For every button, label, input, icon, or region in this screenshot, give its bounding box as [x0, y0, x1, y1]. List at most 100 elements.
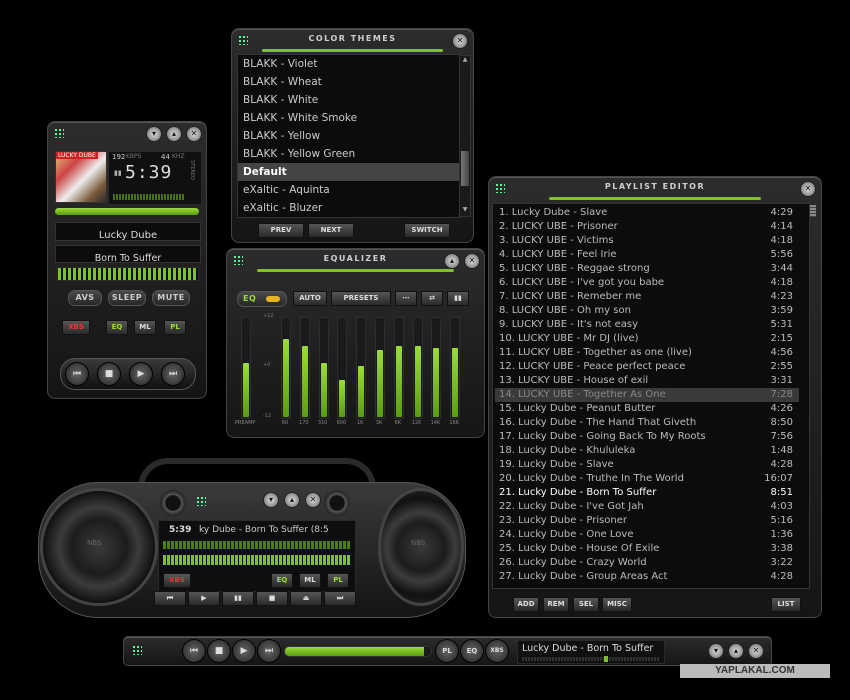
close-icon[interactable]: ✕ — [748, 643, 764, 659]
eq-shape-icon[interactable]: ⋯ — [395, 291, 417, 306]
playlist-row[interactable]: 7. LUCKY UBE - Remeber me 4:23 — [495, 290, 799, 304]
playlist-row[interactable]: 5. LUCKY UBE - Reggae strong 3:44 — [495, 262, 799, 276]
minimize-icon[interactable]: ▾ — [263, 492, 279, 508]
boombox-xbs-button[interactable]: XBS — [163, 573, 191, 588]
playlist-row[interactable]: 9. LUCKY UBE - It's not easy 5:31 — [495, 318, 799, 332]
mute-button[interactable]: MUTE — [152, 290, 190, 306]
playlist-row[interactable]: 11. LUCKY UBE - Together as one (live) 4:… — [495, 346, 799, 360]
play-icon[interactable]: ▶ — [129, 362, 153, 386]
theme-item[interactable]: BLAKK - Yellow Green — [238, 145, 460, 163]
theme-item[interactable]: BLAKK - White Smoke — [238, 109, 460, 127]
eq-band-slider[interactable] — [337, 317, 348, 419]
playlist-row[interactable]: 2. LUCKY UBE - Prisoner 4:14 — [495, 220, 799, 234]
theme-item[interactable]: BLAKK - Yellow — [238, 127, 460, 145]
shade-icon[interactable]: ▴ — [166, 126, 182, 142]
theme-item[interactable]: BLAKK - White — [238, 91, 460, 109]
misc-button[interactable]: MISC — [602, 597, 632, 612]
next-track-icon[interactable]: ⏭ — [161, 362, 185, 386]
playlist-row[interactable]: 1. Lucky Dube - Slave 4:29 — [495, 206, 799, 220]
playlist-row[interactable]: 4. LUCKY UBE - Feel Irie 5:56 — [495, 248, 799, 262]
theme-item[interactable]: BLAKK - Violet — [238, 55, 460, 73]
mini-prev-icon[interactable]: ⏮ — [182, 639, 206, 663]
eq-band-slider[interactable] — [281, 317, 291, 419]
playlist-row[interactable]: 13. LUCKY UBE - House of exil 3:31 — [495, 374, 799, 388]
playlist-row[interactable]: 23. Lucky Dube - Prisoner 5:16 — [495, 514, 799, 528]
minimize-icon[interactable]: ▾ — [146, 126, 162, 142]
close-icon[interactable]: ✕ — [800, 181, 816, 197]
playlist-row[interactable]: 22. Lucky Dube - I've Got Jah 4:03 — [495, 500, 799, 514]
mini-stop-icon[interactable]: ■ — [207, 639, 231, 663]
playlist-row[interactable]: 10. LUCKY UBE - Mr DJ (live) 2:15 — [495, 332, 799, 346]
pl-toggle-button[interactable]: PL — [164, 320, 186, 335]
scroll-down-icon[interactable]: ▼ — [460, 206, 470, 216]
playlist-row[interactable]: 3. LUCKY UBE - Victims 4:18 — [495, 234, 799, 248]
shade-icon[interactable]: ▴ — [728, 643, 744, 659]
theme-item[interactable]: eXaltic - Bluzer — [238, 199, 460, 217]
boombox-time[interactable]: 5:39 — [169, 525, 191, 535]
playlist-titlebar[interactable]: PLAYLIST EDITOR ✕ — [489, 177, 821, 199]
stop-icon[interactable]: ■ — [256, 591, 288, 606]
playlist-row[interactable]: 25. Lucky Dube - House Of Exile 3:38 — [495, 542, 799, 556]
shade-icon[interactable]: ▴ — [444, 253, 460, 269]
time-display[interactable]: 5:39 — [125, 162, 172, 183]
eq-graph-icon[interactable]: ▮▮ — [447, 291, 469, 306]
playlist-scroll-thumb[interactable] — [810, 205, 816, 217]
scroll-thumb[interactable] — [461, 151, 469, 186]
themes-scrollbar[interactable]: ▲ ▼ — [459, 55, 471, 217]
auto-button[interactable]: AUTO — [293, 291, 327, 306]
next-track-icon[interactable]: ⏭ — [324, 591, 356, 606]
theme-item[interactable]: BLAKK - Wheat — [238, 73, 460, 91]
eq-loop-icon[interactable]: ⮂ — [421, 291, 443, 306]
playlist-row[interactable]: 19. Lucky Dube - Slave 4:28 — [495, 458, 799, 472]
playlist-scrollbar[interactable] — [809, 204, 817, 586]
playlist-row[interactable]: 6. LUCKY UBE - I've got you babe 4:18 — [495, 276, 799, 290]
eq-band-slider[interactable] — [375, 317, 385, 419]
prev-track-icon[interactable]: ⏮ — [154, 591, 186, 606]
playlist-row[interactable]: 21. Lucky Dube - Born To Suffer 8:51 — [495, 486, 799, 500]
close-icon[interactable]: ✕ — [305, 492, 321, 508]
theme-item[interactable]: eXaltic - Aquinta — [238, 181, 460, 199]
eq-toggle-button[interactable]: EQ — [106, 320, 128, 335]
mini-play-icon[interactable]: ▶ — [232, 639, 256, 663]
mini-volume-bar[interactable] — [522, 656, 660, 662]
boombox-volume-bar[interactable] — [163, 555, 351, 565]
prev-theme-button[interactable]: PREV — [258, 223, 304, 238]
sleep-button[interactable]: SLEEP — [108, 290, 146, 306]
eq-band-slider[interactable] — [318, 317, 329, 419]
boombox-pl-button[interactable]: PL — [327, 573, 349, 588]
remove-button[interactable]: REM — [543, 597, 569, 612]
color-themes-titlebar[interactable]: COLOR THEMES ✕ — [232, 29, 473, 51]
next-theme-button[interactable]: NEXT — [308, 223, 354, 238]
playlist-row[interactable]: 16. Lucky Dube - The Hand That Giveth 8:5… — [495, 416, 799, 430]
close-icon[interactable]: ✕ — [186, 126, 202, 142]
avs-button[interactable]: AVS — [68, 290, 102, 306]
eq-band-slider[interactable] — [299, 317, 310, 419]
boombox-seek-bar[interactable] — [163, 541, 351, 549]
mini-eq-button[interactable]: EQ — [460, 639, 484, 663]
scroll-up-icon[interactable]: ▲ — [460, 56, 470, 66]
eq-band-slider[interactable] — [393, 317, 404, 419]
play-icon[interactable]: ▶ — [188, 591, 220, 606]
playlist-row[interactable]: 14. LUCKY UBE - Together As One 7:28 — [495, 388, 799, 402]
list-button[interactable]: LIST — [771, 597, 801, 612]
switch-theme-button[interactable]: SWITCH — [404, 223, 450, 238]
close-icon[interactable]: ✕ — [464, 253, 480, 269]
mini-volume-thumb[interactable] — [604, 656, 608, 662]
mini-pl-button[interactable]: PL — [435, 639, 459, 663]
eq-enable-toggle[interactable]: EQ — [237, 291, 287, 307]
playlist-row[interactable]: 26. Lucky Dube - Crazy World 3:22 — [495, 556, 799, 570]
theme-item[interactable]: Default — [238, 163, 460, 181]
xbs-button[interactable]: XBS — [62, 320, 90, 335]
boombox-eq-button[interactable]: EQ — [271, 573, 293, 588]
previous-track-icon[interactable]: ⏮ — [65, 362, 89, 386]
playlist-row[interactable]: 17. Lucky Dube - Going Back To My Roots 7… — [495, 430, 799, 444]
seek-bar[interactable] — [55, 208, 199, 215]
playlist-row[interactable]: 12. LUCKY UBE - Peace perfect peace 2:55 — [495, 360, 799, 374]
eq-band-slider[interactable] — [450, 317, 461, 419]
pause-icon[interactable]: ▮▮ — [222, 591, 254, 606]
presets-button[interactable]: PRESETS — [331, 291, 391, 306]
shade-icon[interactable]: ▴ — [284, 492, 300, 508]
boombox-ml-button[interactable]: ML — [299, 573, 321, 588]
ml-toggle-button[interactable]: ML — [134, 320, 156, 335]
playlist-row[interactable]: 8. LUCKY UBE - Oh my son 3:59 — [495, 304, 799, 318]
